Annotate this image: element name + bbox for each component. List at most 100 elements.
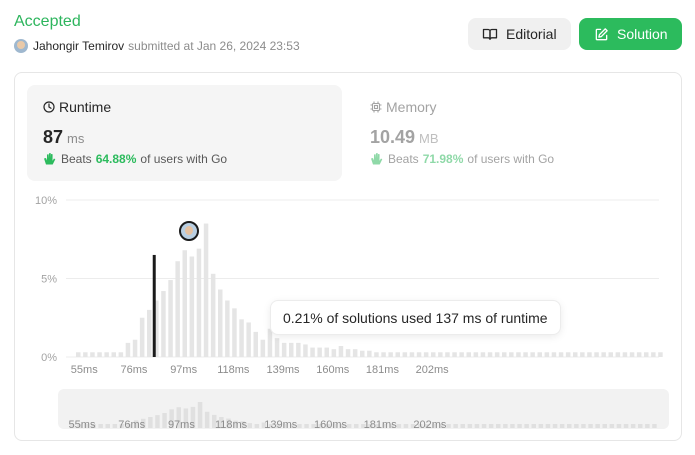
histogram-bar[interactable] (310, 347, 315, 357)
histogram-bar[interactable] (317, 347, 322, 357)
histogram-bar[interactable] (658, 352, 663, 357)
histogram-bar[interactable] (303, 344, 308, 357)
histogram-bar[interactable] (381, 352, 386, 357)
histogram-bar[interactable] (267, 328, 273, 357)
histogram-bar[interactable] (644, 352, 649, 357)
histogram-bar[interactable] (345, 349, 351, 357)
histogram-bar[interactable] (565, 352, 571, 357)
histogram-bar[interactable] (622, 352, 628, 357)
histogram-bar[interactable] (182, 250, 188, 357)
histogram-bar[interactable] (196, 248, 202, 357)
histogram-bar[interactable] (374, 352, 379, 357)
histogram-bar[interactable] (360, 350, 365, 357)
histogram-bar[interactable] (409, 352, 415, 357)
histogram-bar[interactable] (331, 349, 337, 357)
clapping-hands-icon (43, 152, 58, 166)
histogram-bar[interactable] (175, 261, 180, 357)
histogram-bar[interactable] (210, 273, 216, 357)
histogram-bar[interactable] (161, 291, 166, 357)
histogram-bar[interactable] (523, 352, 528, 357)
histogram-bar[interactable] (367, 350, 372, 357)
book-open-icon (482, 26, 498, 42)
histogram-bar[interactable] (558, 352, 564, 357)
submitted-time: submitted at Jan 26, 2024 23:53 (128, 39, 300, 53)
histogram-bar[interactable] (452, 352, 457, 357)
my-submission-avatar-marker[interactable] (179, 221, 199, 241)
histogram-bar[interactable] (203, 223, 209, 357)
histogram-bar[interactable] (296, 342, 301, 357)
histogram-bar[interactable] (324, 347, 330, 357)
histogram-bar[interactable] (509, 352, 514, 357)
histogram-bar[interactable] (608, 352, 614, 357)
histogram-bar[interactable] (253, 331, 259, 357)
chart-tooltip: 0.21% of solutions used 137 ms of runtim… (270, 300, 561, 335)
histogram-bar[interactable] (473, 352, 479, 357)
runtime-unit: ms (67, 131, 85, 146)
memory-beats-prefix: Beats (388, 152, 419, 166)
histogram-bar[interactable] (480, 352, 486, 357)
histogram-bar[interactable] (445, 352, 450, 357)
histogram-bar[interactable] (104, 352, 109, 357)
histogram-bar[interactable] (83, 352, 88, 357)
histogram-bar[interactable] (125, 342, 131, 357)
histogram-bar[interactable] (239, 319, 244, 357)
histogram-bar[interactable] (587, 352, 592, 357)
histogram-bar[interactable] (438, 352, 443, 357)
histogram-bar[interactable] (90, 352, 95, 357)
runtime-beats-suffix: of users with Go (140, 152, 228, 166)
histogram-bar[interactable] (573, 352, 578, 357)
histogram-bar[interactable] (615, 352, 621, 357)
memory-beats-percent: 71.98% (422, 152, 464, 166)
histogram-bar[interactable] (154, 300, 159, 357)
histogram-bar[interactable] (423, 352, 429, 357)
histogram-bar[interactable] (260, 339, 266, 357)
histogram-bar[interactable] (338, 346, 344, 357)
memory-unit: MB (419, 131, 439, 146)
histogram-bar[interactable] (76, 352, 81, 357)
histogram-bar[interactable] (132, 339, 138, 357)
runtime-metric[interactable]: Runtime 87 ms Beats 64.88% of users with … (43, 99, 227, 166)
avatar[interactable] (14, 39, 28, 53)
histogram-bar[interactable] (274, 338, 280, 357)
histogram-bar[interactable] (416, 352, 422, 357)
histogram-bar[interactable] (601, 352, 606, 357)
histogram-bar[interactable] (395, 352, 401, 357)
histogram-bar[interactable] (594, 352, 599, 357)
histogram-bar[interactable] (97, 352, 102, 357)
histogram-bar[interactable] (544, 352, 550, 357)
histogram-bar[interactable] (466, 352, 472, 357)
histogram-bar[interactable] (139, 317, 145, 357)
histogram-bar[interactable] (629, 352, 635, 357)
histogram-bar[interactable] (189, 256, 195, 357)
histogram-bar[interactable] (168, 280, 173, 357)
histogram-bar[interactable] (494, 352, 500, 357)
histogram-bar[interactable] (636, 352, 642, 357)
histogram-bar[interactable] (281, 342, 287, 357)
histogram-bar[interactable] (487, 352, 493, 357)
histogram-bar[interactable] (218, 289, 223, 357)
solution-button[interactable]: Solution (579, 18, 682, 50)
histogram-bar[interactable] (459, 352, 464, 357)
editorial-button[interactable]: Editorial (468, 18, 571, 50)
histogram-bar[interactable] (580, 352, 585, 357)
histogram-bar[interactable] (118, 352, 124, 357)
histogram-bar[interactable] (402, 352, 408, 357)
histogram-bar[interactable] (147, 309, 152, 357)
histogram-bar[interactable] (388, 352, 393, 357)
histogram-bar[interactable] (289, 342, 294, 357)
histogram-bar[interactable] (530, 352, 535, 357)
histogram-bar[interactable] (246, 322, 251, 357)
histogram-bar[interactable] (352, 349, 358, 357)
histogram-bar[interactable] (431, 352, 436, 357)
submitter-name[interactable]: Jahongir Temirov (33, 39, 124, 53)
histogram-bar[interactable] (232, 308, 237, 357)
histogram-bar[interactable] (225, 300, 230, 357)
histogram-bar[interactable] (551, 352, 557, 357)
histogram-bar[interactable] (537, 352, 543, 357)
histogram-bar[interactable] (111, 352, 117, 357)
range-selector[interactable] (58, 389, 669, 429)
histogram-bar[interactable] (502, 352, 507, 357)
histogram-bar[interactable] (651, 352, 656, 357)
histogram-bar[interactable] (516, 352, 521, 357)
memory-metric[interactable]: Memory 10.49 MB Beats 71.98% of users wit… (370, 99, 554, 166)
